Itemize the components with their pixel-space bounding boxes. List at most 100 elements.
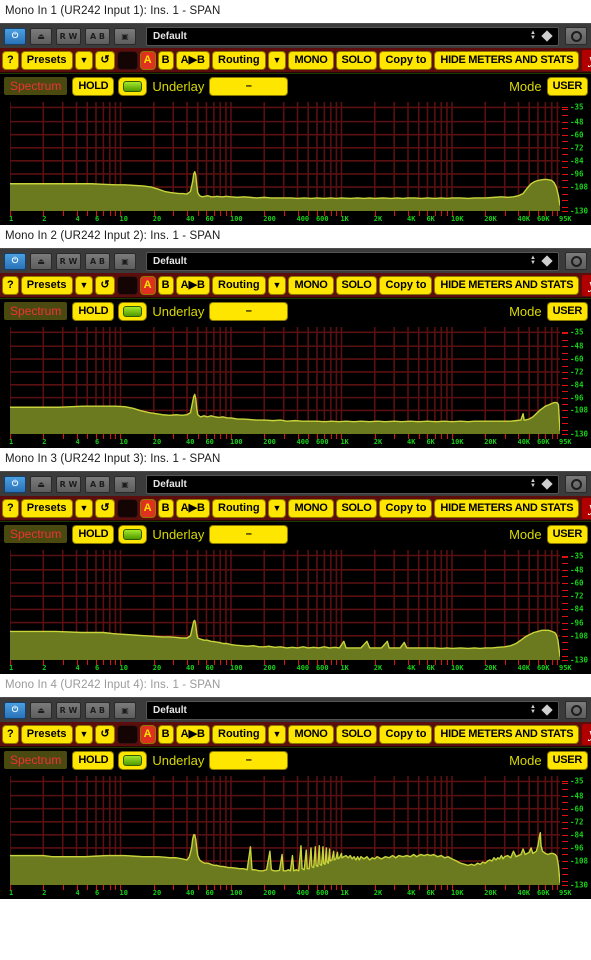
- routing-dropdown-icon[interactable]: ▼: [268, 276, 286, 294]
- routing-dropdown-icon[interactable]: ▼: [268, 499, 286, 517]
- underlay-select[interactable]: –: [210, 302, 288, 320]
- spectrum-graph-0[interactable]: 1 2 4 6 10 20 40 60 100 200 400 600 1K 2K 4K 6K 10K 20K 40…: [0, 98, 591, 225]
- solo-button[interactable]: SOLO: [336, 499, 377, 517]
- routing-button[interactable]: Routing: [213, 51, 265, 69]
- window-icon[interactable]: ▣: [114, 27, 136, 45]
- a-button[interactable]: A: [140, 499, 155, 517]
- routing-button[interactable]: Routing: [213, 725, 265, 743]
- voxengo-logo[interactable]: у: [582, 723, 591, 745]
- preset-slot[interactable]: [117, 276, 137, 294]
- diamond-icon[interactable]: [541, 704, 553, 716]
- presets-dropdown-icon[interactable]: ▼: [75, 51, 93, 69]
- b-button[interactable]: B: [158, 276, 173, 294]
- ab-copy-button[interactable]: A▶B: [176, 725, 209, 743]
- power-icon[interactable]: ⏻: [4, 701, 26, 719]
- hold-button[interactable]: HOLD: [73, 302, 114, 320]
- spectrum-plot[interactable]: [10, 327, 560, 434]
- undo-icon[interactable]: ↺: [96, 499, 114, 517]
- mono-button[interactable]: MONO: [289, 725, 333, 743]
- b-button[interactable]: B: [158, 725, 173, 743]
- mono-button[interactable]: MONO: [289, 51, 333, 69]
- spectrum-plot[interactable]: [10, 550, 560, 660]
- bypass-icon[interactable]: ⏏: [30, 475, 52, 493]
- mode-select[interactable]: USER: [547, 751, 587, 769]
- solo-button[interactable]: SOLO: [336, 51, 377, 69]
- ab-compare-icon[interactable]: A B: [85, 252, 110, 270]
- underlay-select[interactable]: –: [210, 751, 288, 769]
- copy-to-button[interactable]: Copy to: [380, 276, 432, 294]
- spectrum-plot[interactable]: [10, 776, 560, 885]
- hold-led-toggle[interactable]: [119, 302, 147, 320]
- power-icon[interactable]: ⏻: [4, 252, 26, 270]
- hold-button[interactable]: HOLD: [73, 77, 114, 95]
- mode-select[interactable]: USER: [547, 525, 587, 543]
- a-button[interactable]: A: [140, 276, 155, 294]
- ab-compare-icon[interactable]: A B: [85, 475, 110, 493]
- routing-button[interactable]: Routing: [213, 499, 265, 517]
- mono-button[interactable]: MONO: [289, 499, 333, 517]
- a-button[interactable]: A: [140, 51, 155, 69]
- read-write-automation-icon[interactable]: R W: [56, 27, 81, 45]
- preset-slot[interactable]: [117, 51, 137, 69]
- preset-field[interactable]: Default ▲ ▼: [146, 700, 559, 720]
- copy-to-button[interactable]: Copy to: [380, 51, 432, 69]
- underlay-select[interactable]: –: [210, 525, 288, 543]
- preset-slot[interactable]: [117, 499, 137, 517]
- read-write-automation-icon[interactable]: R W: [56, 252, 81, 270]
- mode-select[interactable]: USER: [547, 77, 587, 95]
- spectrum-plot[interactable]: [10, 102, 560, 211]
- ab-compare-icon[interactable]: A B: [85, 701, 110, 719]
- diamond-icon[interactable]: [541, 30, 553, 42]
- presets-button[interactable]: Presets: [21, 499, 72, 517]
- window-icon[interactable]: ▣: [114, 701, 136, 719]
- read-write-automation-icon[interactable]: R W: [56, 701, 81, 719]
- bypass-icon[interactable]: ⏏: [30, 27, 52, 45]
- copy-to-button[interactable]: Copy to: [380, 499, 432, 517]
- b-button[interactable]: B: [158, 499, 173, 517]
- tab-spectrum[interactable]: Spectrum: [4, 77, 68, 95]
- presets-dropdown-icon[interactable]: ▼: [75, 499, 93, 517]
- undo-icon[interactable]: ↺: [96, 725, 114, 743]
- ab-copy-button[interactable]: A▶B: [176, 276, 209, 294]
- b-button[interactable]: B: [158, 51, 173, 69]
- undo-icon[interactable]: ↺: [96, 276, 114, 294]
- spectrum-graph-2[interactable]: 1 2 4 6 10 20 40 60 100 200 400 600 1K 2K 4K 6K 10K 20K 40…: [0, 546, 591, 674]
- hide-meters-and-stats-button[interactable]: HIDE METERS AND STATS: [435, 276, 579, 294]
- preset-slot[interactable]: [117, 725, 137, 743]
- help-button[interactable]: ?: [3, 51, 18, 69]
- routing-button[interactable]: Routing: [213, 276, 265, 294]
- preset-field[interactable]: Default ▲ ▼: [146, 251, 559, 271]
- solo-button[interactable]: SOLO: [336, 725, 377, 743]
- voxengo-logo[interactable]: у: [582, 497, 591, 519]
- mono-button[interactable]: MONO: [289, 276, 333, 294]
- read-write-automation-icon[interactable]: R W: [56, 475, 81, 493]
- bypass-icon[interactable]: ⏏: [30, 701, 52, 719]
- help-button[interactable]: ?: [3, 499, 18, 517]
- tab-spectrum[interactable]: Spectrum: [4, 302, 68, 320]
- camera-icon[interactable]: [565, 27, 587, 45]
- window-icon[interactable]: ▣: [114, 475, 136, 493]
- hold-led-toggle[interactable]: [119, 525, 147, 543]
- solo-button[interactable]: SOLO: [336, 276, 377, 294]
- voxengo-logo[interactable]: у: [582, 274, 591, 296]
- help-button[interactable]: ?: [3, 725, 18, 743]
- camera-icon[interactable]: [565, 475, 587, 493]
- copy-to-button[interactable]: Copy to: [380, 725, 432, 743]
- routing-dropdown-icon[interactable]: ▼: [268, 725, 286, 743]
- spectrum-graph-1[interactable]: 1 2 4 6 10 20 40 60 100 200 400 600 1K 2K 4K 6K 10K 20K 40…: [0, 323, 591, 448]
- hold-button[interactable]: HOLD: [73, 525, 114, 543]
- presets-button[interactable]: Presets: [21, 725, 72, 743]
- ab-compare-icon[interactable]: A B: [85, 27, 110, 45]
- a-button[interactable]: A: [140, 725, 155, 743]
- power-icon[interactable]: ⏻: [4, 475, 26, 493]
- spinner-up-down-icon[interactable]: ▲ ▼: [527, 478, 539, 489]
- camera-icon[interactable]: [565, 252, 587, 270]
- spinner-up-down-icon[interactable]: ▲ ▼: [527, 704, 539, 715]
- bypass-icon[interactable]: ⏏: [30, 252, 52, 270]
- presets-button[interactable]: Presets: [21, 276, 72, 294]
- mode-select[interactable]: USER: [547, 302, 587, 320]
- presets-button[interactable]: Presets: [21, 51, 72, 69]
- voxengo-logo[interactable]: у: [582, 49, 591, 71]
- ab-copy-button[interactable]: A▶B: [176, 499, 209, 517]
- camera-icon[interactable]: [565, 701, 587, 719]
